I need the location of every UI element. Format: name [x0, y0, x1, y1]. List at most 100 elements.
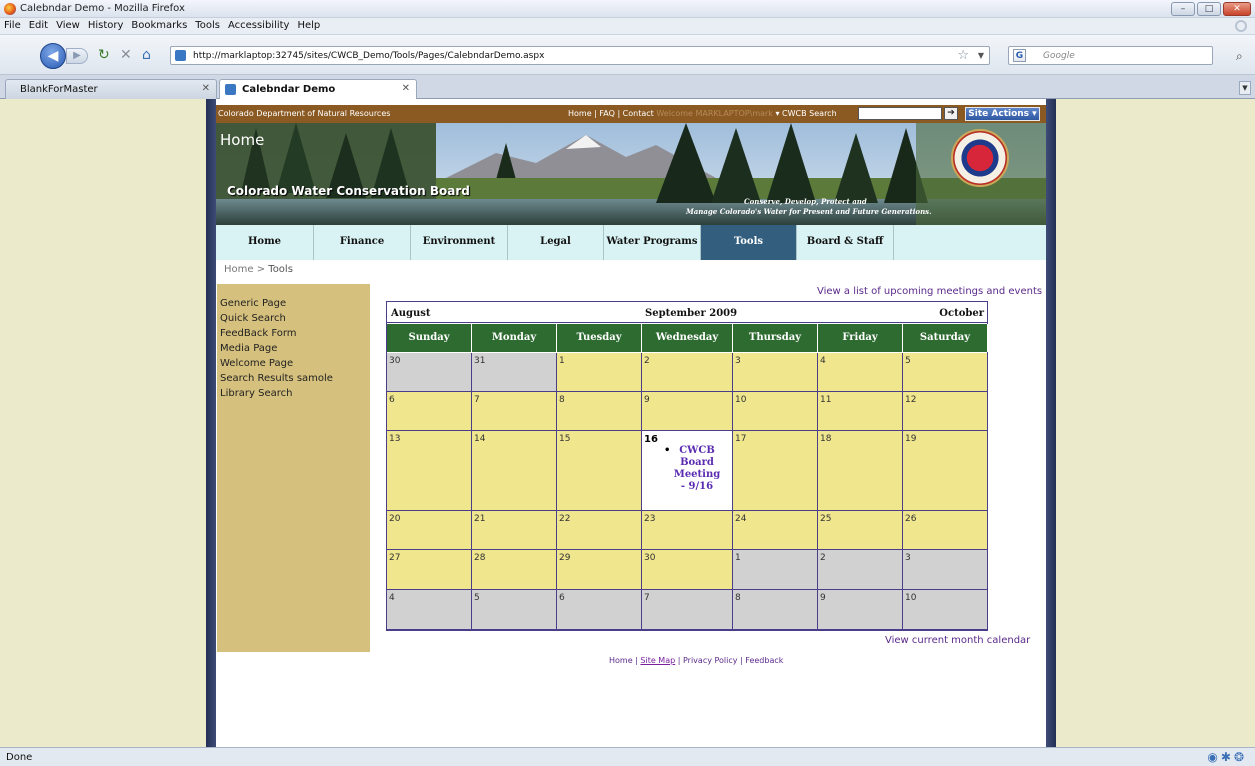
calendar-day-cell[interactable]: 10 — [733, 392, 818, 431]
sidebar-item-generic-page[interactable]: Generic Page — [220, 298, 286, 309]
calendar-event-link[interactable]: • CWCB Board Meeting - 9/16 — [664, 445, 724, 493]
calendar-day-cell[interactable]: 5 — [472, 590, 557, 630]
view-current-month-link[interactable]: View current month calendar — [885, 635, 1030, 646]
maximize-icon[interactable]: □ — [1197, 2, 1221, 16]
site-search-go-button[interactable]: ➔ — [944, 107, 958, 120]
calendar-day-cell[interactable]: 7 — [642, 590, 733, 630]
calendar-day-cell[interactable]: 5 — [903, 353, 988, 392]
calendar-day-cell[interactable]: 1 — [557, 353, 642, 392]
google-engine-icon[interactable]: G — [1013, 49, 1026, 62]
menu-accessibility[interactable]: Accessibility — [224, 18, 294, 31]
calendar-day-cell[interactable]: 3 — [733, 353, 818, 392]
footer-privacy-link[interactable]: Privacy Policy — [683, 656, 738, 665]
tab-close-icon[interactable]: ✕ — [402, 83, 410, 94]
calendar-day-cell[interactable]: 2 — [642, 353, 733, 392]
nav-finance[interactable]: Finance — [314, 225, 411, 260]
sidebar-item-welcome-page[interactable]: Welcome Page — [220, 358, 293, 369]
footer-home-link[interactable]: Home — [609, 656, 633, 665]
footer-feedback-link[interactable]: Feedback — [745, 656, 783, 665]
calendar-day-cell[interactable]: 6 — [557, 590, 642, 630]
nav-environment[interactable]: Environment — [411, 225, 508, 260]
calendar-day-cell[interactable]: 31 — [472, 353, 557, 392]
calendar-day-cell[interactable]: 20 — [387, 511, 472, 550]
menu-tools[interactable]: Tools — [191, 18, 224, 31]
site-search-input[interactable] — [858, 107, 942, 120]
menu-history[interactable]: History — [84, 18, 128, 31]
calendar-day-cell[interactable]: 30 — [642, 550, 733, 590]
menu-view[interactable]: View — [52, 18, 84, 31]
search-input[interactable]: G Google — [1008, 46, 1213, 65]
sidebar-item-search-results[interactable]: Search Results samole — [220, 373, 333, 384]
calendar-day-cell[interactable]: 15 — [557, 431, 642, 511]
prev-month-link[interactable]: August — [391, 308, 431, 319]
sidebar-item-library-search[interactable]: Library Search — [220, 388, 293, 399]
calendar-day-cell[interactable]: 4 — [387, 590, 472, 630]
calendar-day-cell[interactable]: 24 — [733, 511, 818, 550]
nav-tools[interactable]: Tools — [701, 225, 797, 260]
calendar-day-cell[interactable]: 9 — [818, 590, 903, 630]
calendar-day-cell[interactable]: 16 • CWCB Board Meeting - 9/16 — [642, 431, 733, 511]
calendar-day-cell[interactable]: 7 — [472, 392, 557, 431]
top-links-text[interactable]: Home | FAQ | Contact — [568, 109, 654, 118]
calendar-day-cell[interactable]: 6 — [387, 392, 472, 431]
calendar-day-cell[interactable]: 9 — [642, 392, 733, 431]
calendar-day-cell[interactable]: 14 — [472, 431, 557, 511]
ie-tab-icon[interactable]: ◉ — [1207, 750, 1220, 764]
sidebar-item-feedback-form[interactable]: FeedBack Form — [220, 328, 297, 339]
menu-help[interactable]: Help — [293, 18, 324, 31]
calendar-day-cell[interactable]: 1 — [733, 550, 818, 590]
calendar-day-cell[interactable]: 29 — [557, 550, 642, 590]
calendar-day-cell[interactable]: 19 — [903, 431, 988, 511]
menu-bookmarks[interactable]: Bookmarks — [127, 18, 191, 31]
nav-board-staff[interactable]: Board & Staff — [797, 225, 894, 260]
welcome-menu[interactable]: Welcome MARKLAPTOP\mark — [656, 109, 773, 118]
calendar-day-cell[interactable]: 21 — [472, 511, 557, 550]
minimize-icon[interactable]: – — [1171, 2, 1195, 16]
calendar-day-cell[interactable]: 17 — [733, 431, 818, 511]
calendar-day-cell[interactable]: 27 — [387, 550, 472, 590]
calendar-day-cell[interactable]: 13 — [387, 431, 472, 511]
tab-close-icon[interactable]: ✕ — [202, 83, 210, 94]
calendar-day-cell[interactable]: 8 — [557, 392, 642, 431]
calendar-day-cell[interactable]: 28 — [472, 550, 557, 590]
reload-icon[interactable]: ↻ — [98, 48, 110, 62]
next-month-link[interactable]: October — [939, 308, 984, 319]
menu-file[interactable]: File — [0, 18, 25, 31]
security-icon[interactable]: ❂ — [1234, 750, 1247, 764]
home-icon[interactable]: ⌂ — [142, 48, 151, 62]
stop-icon[interactable]: ✕ — [120, 48, 132, 62]
bookmark-star-icon[interactable]: ☆ — [957, 48, 969, 63]
site-actions-button[interactable]: Site Actions ▾ — [965, 107, 1040, 121]
back-button[interactable]: ◀ — [40, 43, 66, 69]
calendar-day-cell[interactable]: 2 — [818, 550, 903, 590]
nav-water-programs[interactable]: Water Programs — [604, 225, 701, 260]
footer-sitemap-link[interactable]: Site Map — [640, 656, 675, 665]
tab-list-icon[interactable]: ▼ — [1239, 81, 1251, 95]
calendar-day-cell[interactable]: 10 — [903, 590, 988, 630]
calendar-day-cell[interactable]: 26 — [903, 511, 988, 550]
calendar-day-cell[interactable]: 30 — [387, 353, 472, 392]
calendar-day-cell[interactable]: 8 — [733, 590, 818, 630]
calendar-day-cell[interactable]: 18 — [818, 431, 903, 511]
calendar-day-cell[interactable]: 3 — [903, 550, 988, 590]
calendar-day-cell[interactable]: 23 — [642, 511, 733, 550]
nav-legal[interactable]: Legal — [508, 225, 604, 260]
sidebar-item-media-page[interactable]: Media Page — [220, 343, 277, 354]
search-icon[interactable]: ⌕ — [1236, 49, 1243, 64]
breadcrumb-home[interactable]: Home — [224, 264, 254, 275]
tab-blankformaster[interactable]: BlankForMaster ✕ — [5, 79, 217, 99]
addon-icon[interactable]: ✱ — [1221, 750, 1234, 764]
calendar-day-cell[interactable]: 25 — [818, 511, 903, 550]
url-bar[interactable]: http://marklaptop:32745/sites/CWCB_Demo/… — [170, 46, 990, 65]
menu-edit[interactable]: Edit — [25, 18, 52, 31]
sidebar-item-quick-search[interactable]: Quick Search — [220, 313, 286, 324]
url-dropdown-icon[interactable]: ▼ — [978, 51, 984, 60]
forward-button[interactable]: ▶ — [66, 48, 88, 64]
calendar-day-cell[interactable]: 11 — [818, 392, 903, 431]
calendar-day-cell[interactable]: 22 — [557, 511, 642, 550]
calendar-day-cell[interactable]: 12 — [903, 392, 988, 431]
view-list-link[interactable]: View a list of upcoming meetings and eve… — [817, 286, 1042, 297]
tab-calebndar-demo[interactable]: Calebndar Demo ✕ — [219, 79, 417, 99]
calendar-day-cell[interactable]: 4 — [818, 353, 903, 392]
close-icon[interactable]: ✕ — [1223, 2, 1251, 16]
